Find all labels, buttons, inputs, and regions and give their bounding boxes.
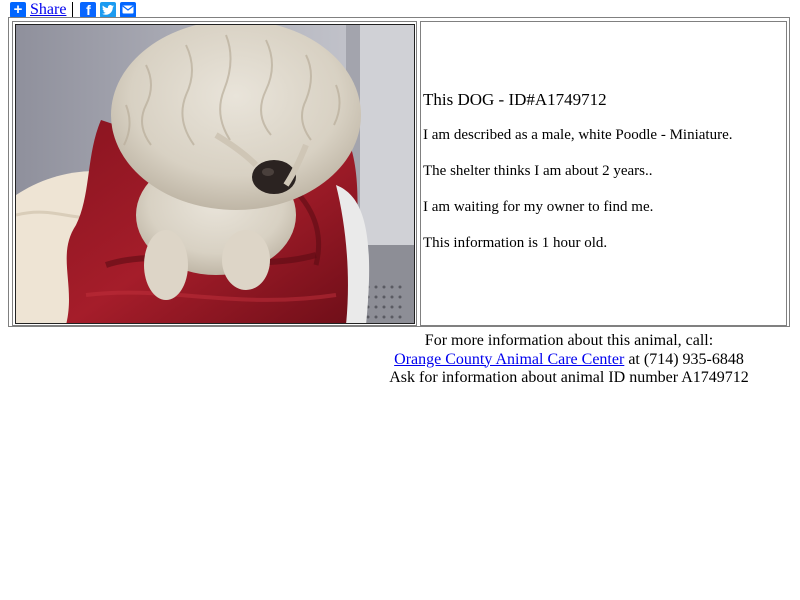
- contact-ask: Ask for information about animal ID numb…: [389, 369, 749, 386]
- animal-info: This DOG - ID#A1749712 I am described as…: [423, 90, 784, 270]
- animal-age: The shelter thinks I am about 2 years..: [423, 163, 653, 179]
- info-freshness: This information is 1 hour old.: [423, 235, 608, 251]
- contact-block: For more information about this animal, …: [389, 332, 749, 388]
- animal-table: This DOG - ID#A1749712 I am described as…: [8, 17, 790, 327]
- photo-cell: [12, 21, 417, 326]
- email-icon[interactable]: [120, 1, 137, 18]
- animal-id: ID#A1749712: [508, 90, 607, 109]
- animal-description: I am described as a male, white Poodle -…: [423, 127, 733, 143]
- animal-headline: This DOG - ID#A1749712: [423, 90, 784, 109]
- twitter-icon[interactable]: [100, 1, 117, 18]
- shelter-phone: at (714) 935-6848: [624, 350, 744, 368]
- share-bar: + Share f: [10, 1, 137, 19]
- share-divider: [72, 1, 74, 18]
- headline-prefix: This DOG -: [423, 90, 509, 109]
- dog-photo: [15, 24, 415, 324]
- shelter-link[interactable]: Orange County Animal Care Center: [394, 351, 624, 368]
- contact-line: Orange County Animal Care Center at (714…: [389, 351, 749, 370]
- info-cell: This DOG - ID#A1749712 I am described as…: [420, 21, 787, 326]
- share-plus-icon[interactable]: +: [10, 1, 26, 18]
- share-link[interactable]: Share: [30, 1, 66, 19]
- animal-status: I am waiting for my owner to find me.: [423, 199, 654, 215]
- contact-intro: For more information about this animal, …: [424, 332, 714, 349]
- facebook-icon[interactable]: f: [80, 1, 97, 18]
